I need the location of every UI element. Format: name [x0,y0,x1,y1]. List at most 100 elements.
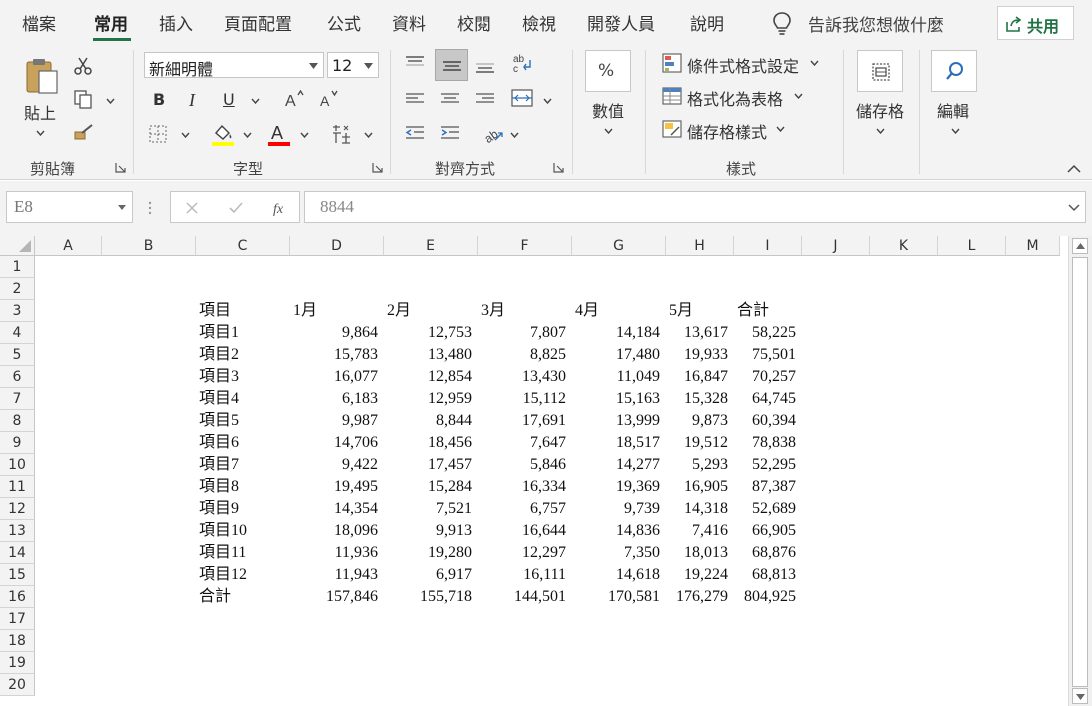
cell-h13[interactable]: 7,416 [666,520,734,542]
cell-c6[interactable]: 項目3 [196,366,290,388]
cell-c3[interactable]: 項目 [196,300,290,322]
tab-view[interactable]: 檢視 [522,10,556,35]
cell-d5[interactable]: 15,783 [290,344,384,366]
cell-d15[interactable]: 11,943 [290,564,384,586]
bold-button[interactable]: B [153,90,165,109]
merge-center-icon[interactable] [510,88,534,108]
tab-insert[interactable]: 插入 [159,10,193,35]
tab-page-layout[interactable]: 頁面配置 [224,10,292,35]
cell-h7[interactable]: 15,328 [666,388,734,410]
cell-i8[interactable]: 60,394 [734,410,802,432]
cell-i6[interactable]: 70,257 [734,366,802,388]
column-header-a[interactable]: A [35,236,102,256]
font-size-dropdown-icon[interactable] [364,63,373,69]
lightbulb-icon[interactable] [770,11,794,37]
cell-c8[interactable]: 項目5 [196,410,290,432]
cell-f11[interactable]: 16,334 [478,476,572,498]
cell-d12[interactable]: 14,354 [290,498,384,520]
editing-dropdown-chevron-icon[interactable] [951,128,960,134]
cell-c15[interactable]: 項目12 [196,564,290,586]
cell-e3[interactable]: 2月 [384,300,478,322]
underline-dropdown-chevron-icon[interactable] [251,98,260,104]
cell-f8[interactable]: 17,691 [478,410,572,432]
cell-d3[interactable]: 1月 [290,300,384,322]
cell-f15[interactable]: 16,111 [478,564,572,586]
row-header-9[interactable]: 9 [0,432,35,454]
cell-h14[interactable]: 18,013 [666,542,734,564]
paste-icon[interactable] [22,56,62,96]
column-header-m[interactable]: M [1006,236,1060,256]
cell-c13[interactable]: 項目10 [196,520,290,542]
cell-g9[interactable]: 18,517 [572,432,666,454]
cell-i7[interactable]: 64,745 [734,388,802,410]
cell-f14[interactable]: 12,297 [478,542,572,564]
cell-g12[interactable]: 9,739 [572,498,666,520]
cell-i3[interactable]: 合計 [734,300,802,322]
cell-c7[interactable]: 項目4 [196,388,290,410]
align-right-icon[interactable] [474,90,496,108]
cell-i10[interactable]: 52,295 [734,454,802,476]
cell-f12[interactable]: 6,757 [478,498,572,520]
font-color-icon[interactable]: A [266,121,292,147]
cell-e11[interactable]: 15,284 [384,476,478,498]
cell-d7[interactable]: 6,183 [290,388,384,410]
cell-i11[interactable]: 87,387 [734,476,802,498]
column-header-k[interactable]: K [870,236,938,256]
cell-g7[interactable]: 15,163 [572,388,666,410]
tab-help[interactable]: 說明 [690,10,724,35]
underline-button[interactable]: U [223,90,235,109]
row-header-7[interactable]: 7 [0,388,35,410]
editing-button[interactable] [931,50,977,92]
cell-h11[interactable]: 16,905 [666,476,734,498]
decrease-font-size-icon[interactable]: A [318,89,340,109]
format-painter-icon[interactable] [73,122,95,142]
row-header-12[interactable]: 12 [0,498,35,520]
cell-h9[interactable]: 19,512 [666,432,734,454]
scroll-thumb[interactable] [1072,257,1088,687]
cut-icon[interactable] [73,56,93,76]
row-header-13[interactable]: 13 [0,520,35,542]
increase-font-size-icon[interactable]: A [283,89,305,109]
cell-h5[interactable]: 19,933 [666,344,734,366]
font-color-dropdown-chevron-icon[interactable] [300,132,309,138]
borders-icon[interactable] [148,124,168,144]
tab-developer[interactable]: 開發人員 [587,10,655,35]
wrap-text-icon[interactable]: ab c [512,52,534,74]
row-header-18[interactable]: 18 [0,630,35,652]
row-header-2[interactable]: 2 [0,278,35,300]
cell-e14[interactable]: 19,280 [384,542,478,564]
cell-h12[interactable]: 14,318 [666,498,734,520]
row-header-15[interactable]: 15 [0,564,35,586]
cell-e8[interactable]: 8,844 [384,410,478,432]
cell-d4[interactable]: 9,864 [290,322,384,344]
align-top-icon[interactable] [404,54,426,72]
cell-h3[interactable]: 5月 [666,300,734,322]
cell-i4[interactable]: 58,225 [734,322,802,344]
paste-dropdown-chevron-icon[interactable] [36,130,45,136]
font-dialog-launcher-icon[interactable] [372,162,383,173]
cell-f6[interactable]: 13,430 [478,366,572,388]
cell-f16[interactable]: 144,501 [478,586,572,608]
cell-h10[interactable]: 5,293 [666,454,734,476]
scroll-up-button[interactable] [1072,238,1088,254]
cell-e15[interactable]: 6,917 [384,564,478,586]
fill-color-dropdown-chevron-icon[interactable] [243,132,252,138]
cell-c5[interactable]: 項目2 [196,344,290,366]
cell-d10[interactable]: 9,422 [290,454,384,476]
phonetic-guide-icon[interactable] [330,123,354,145]
tab-formulas[interactable]: 公式 [327,10,361,35]
row-header-1[interactable]: 1 [0,256,35,278]
fill-color-icon[interactable] [210,121,236,147]
column-header-h[interactable]: H [666,236,734,256]
merge-dropdown-chevron-icon[interactable] [543,98,552,104]
cell-f3[interactable]: 3月 [478,300,572,322]
cell-g11[interactable]: 19,369 [572,476,666,498]
worksheet-grid[interactable]: A B C D E F G H I J K L M 1 2 3 4 5 6 7 8 9 10 11 12 13 14 15 16 17 18… [0,236,1068,706]
cancel-entry-icon[interactable] [185,201,199,215]
collapse-ribbon-chevron-up-icon[interactable] [1066,164,1082,174]
phonetic-dropdown-chevron-icon[interactable] [364,132,373,138]
cell-g6[interactable]: 11,049 [572,366,666,388]
cell-d14[interactable]: 11,936 [290,542,384,564]
column-header-e[interactable]: E [384,236,478,256]
cell-d6[interactable]: 16,077 [290,366,384,388]
